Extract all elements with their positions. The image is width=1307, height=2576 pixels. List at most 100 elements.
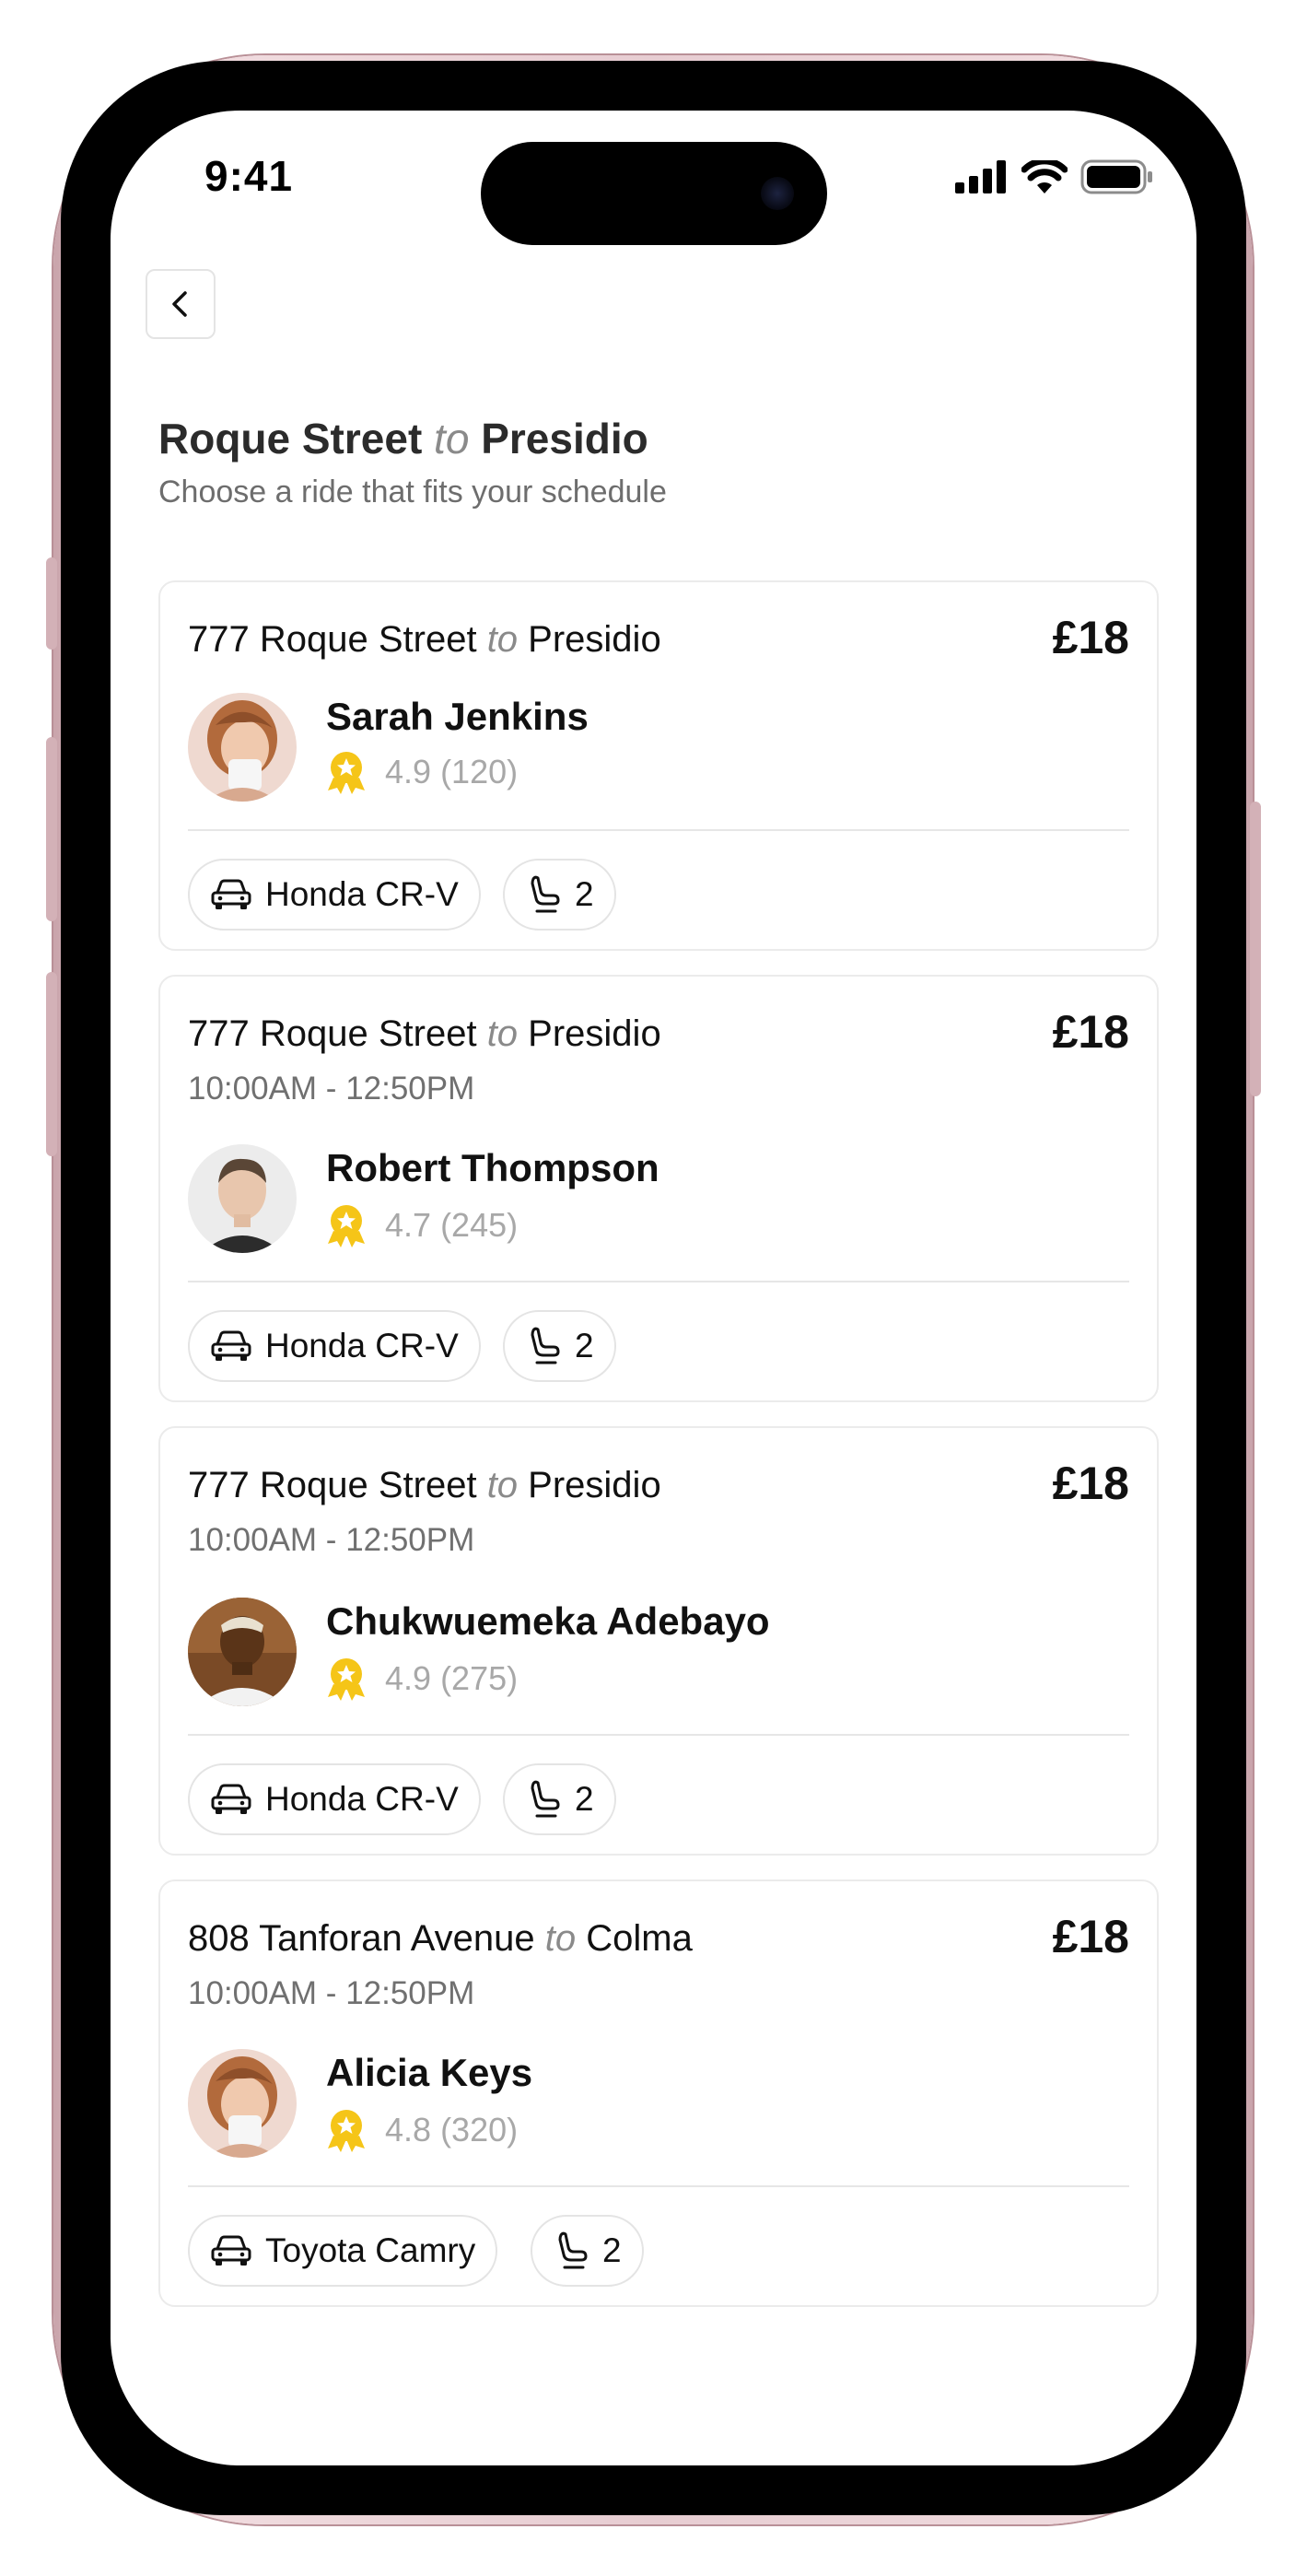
seats-label: 2 — [575, 875, 594, 913]
route-line: 777 Roque Street to Presidio — [188, 1010, 661, 1058]
vehicle-label: Honda CR-V — [265, 1327, 459, 1364]
rating-text: 4.9 (275) — [385, 1659, 518, 1698]
action-button — [46, 557, 57, 650]
card-divider — [188, 1734, 1129, 1736]
wifi-icon — [1021, 160, 1068, 193]
time-range: 10:00AM - 12:50PM — [188, 1975, 475, 2011]
rating-row: 4.9 (120) — [326, 750, 518, 794]
route-to-word: to — [486, 619, 519, 660]
rating-row: 4.9 (275) — [326, 1657, 518, 1701]
vehicle-chip: Honda CR-V — [188, 1763, 481, 1835]
dynamic-island — [481, 142, 827, 245]
status-time: 9:41 — [204, 152, 294, 200]
seat-icon — [531, 1327, 560, 1364]
rating-value: 4.7 — [385, 1206, 432, 1244]
route-destination: Presidio — [528, 1013, 661, 1054]
card-divider — [188, 1281, 1129, 1282]
rating-row: 4.7 (245) — [326, 1203, 518, 1247]
back-button[interactable] — [146, 269, 216, 339]
car-icon — [211, 879, 251, 909]
car-icon — [211, 1330, 251, 1361]
award-badge-icon — [328, 1658, 365, 1701]
route-destination: Presidio — [528, 619, 661, 660]
route-line: 777 Roque Street to Presidio — [188, 1461, 661, 1509]
driver-avatar — [188, 1144, 297, 1253]
status-icons — [955, 158, 1154, 195]
rating-reviews: (275) — [440, 1659, 519, 1697]
seats-label: 2 — [575, 1327, 594, 1364]
driver-name: Sarah Jenkins — [326, 695, 589, 738]
route-line: 777 Roque Street to Presidio — [188, 615, 661, 663]
driver-name: Chukwuemeka Adebayo — [326, 1599, 770, 1643]
rating-reviews: (245) — [440, 1206, 519, 1244]
rating-text: 4.9 (120) — [385, 753, 518, 791]
seats-chip: 2 — [531, 2215, 644, 2287]
seat-icon — [558, 2231, 588, 2269]
award-badge-icon — [328, 1205, 365, 1247]
ride-price: £18 — [1052, 1458, 1129, 1509]
route-to-word: to — [486, 1465, 519, 1505]
route-origin: 777 Roque Street — [188, 1465, 477, 1505]
rating-value: 4.9 — [385, 1659, 432, 1697]
ride-card[interactable]: 777 Roque Street to Presidio £18 10:00AM… — [158, 975, 1159, 1402]
car-icon — [211, 1784, 251, 1814]
award-badge-icon — [328, 2110, 365, 2152]
route-origin: 777 Roque Street — [188, 619, 477, 660]
title-to-word: to — [434, 415, 470, 463]
driver-avatar — [188, 1598, 297, 1706]
seats-label: 2 — [602, 2231, 622, 2269]
car-icon — [211, 2235, 251, 2266]
rating-text: 4.7 (245) — [385, 1206, 518, 1245]
ride-card[interactable]: 777 Roque Street to Presidio £18 Sarah J… — [158, 580, 1159, 951]
time-range: 10:00AM - 12:50PM — [188, 1522, 475, 1558]
card-divider — [188, 829, 1129, 831]
rating-value: 4.9 — [385, 753, 432, 790]
seats-chip: 2 — [503, 859, 616, 931]
driver-avatar — [188, 693, 297, 802]
route-origin: 808 Tanforan Avenue — [188, 1918, 535, 1959]
rating-text: 4.8 (320) — [385, 2111, 518, 2149]
page-header: Roque Street to Presidio Choose a ride t… — [158, 413, 1153, 512]
home-indicator — [532, 2438, 774, 2447]
power-button — [1250, 802, 1261, 1096]
page-subtitle: Choose a ride that fits your schedule — [158, 474, 667, 509]
rating-row: 4.8 (320) — [326, 2108, 518, 2152]
route-line: 808 Tanforan Avenue to Colma — [188, 1914, 693, 1962]
volume-down-button — [46, 972, 57, 1156]
battery-icon — [1080, 159, 1152, 194]
driver-name: Alicia Keys — [326, 2051, 533, 2094]
vehicle-label: Honda CR-V — [265, 875, 459, 913]
award-badge-icon — [328, 752, 365, 794]
route-destination: Colma — [586, 1918, 693, 1959]
front-camera — [761, 177, 794, 210]
route-to-word: to — [544, 1918, 577, 1959]
ride-price: £18 — [1052, 612, 1129, 663]
title-destination: Presidio — [481, 415, 648, 463]
seat-icon — [531, 875, 560, 913]
vehicle-label: Honda CR-V — [265, 1780, 459, 1818]
ride-price: £18 — [1052, 1911, 1129, 1962]
vehicle-label: Toyota Camry — [265, 2231, 476, 2269]
ride-card[interactable]: 808 Tanforan Avenue to Colma £18 10:00AM… — [158, 1879, 1159, 2307]
seats-chip: 2 — [503, 1763, 616, 1835]
seats-label: 2 — [575, 1780, 594, 1818]
driver-avatar — [188, 2049, 297, 2158]
vehicle-chip: Honda CR-V — [188, 1310, 481, 1382]
rating-reviews: (120) — [440, 753, 519, 790]
screen: 9:41 Roque Street to Presidio Choose a r… — [111, 111, 1196, 2465]
status-bar: 9:41 — [111, 111, 1196, 245]
card-divider — [188, 2185, 1129, 2187]
chevron-left-icon — [172, 291, 187, 317]
ride-price: £18 — [1052, 1006, 1129, 1058]
ride-card[interactable]: 777 Roque Street to Presidio £18 10:00AM… — [158, 1426, 1159, 1856]
time-range: 10:00AM - 12:50PM — [188, 1071, 475, 1107]
route-destination: Presidio — [528, 1465, 661, 1505]
volume-up-button — [46, 737, 57, 921]
rating-value: 4.8 — [385, 2111, 432, 2149]
page-title: Roque Street to Presidio — [158, 413, 1153, 464]
title-origin: Roque Street — [158, 415, 423, 463]
route-origin: 777 Roque Street — [188, 1013, 477, 1054]
vehicle-chip: Toyota Camry — [188, 2215, 498, 2287]
cellular-signal-icon — [955, 160, 1006, 193]
route-to-word: to — [486, 1013, 519, 1054]
